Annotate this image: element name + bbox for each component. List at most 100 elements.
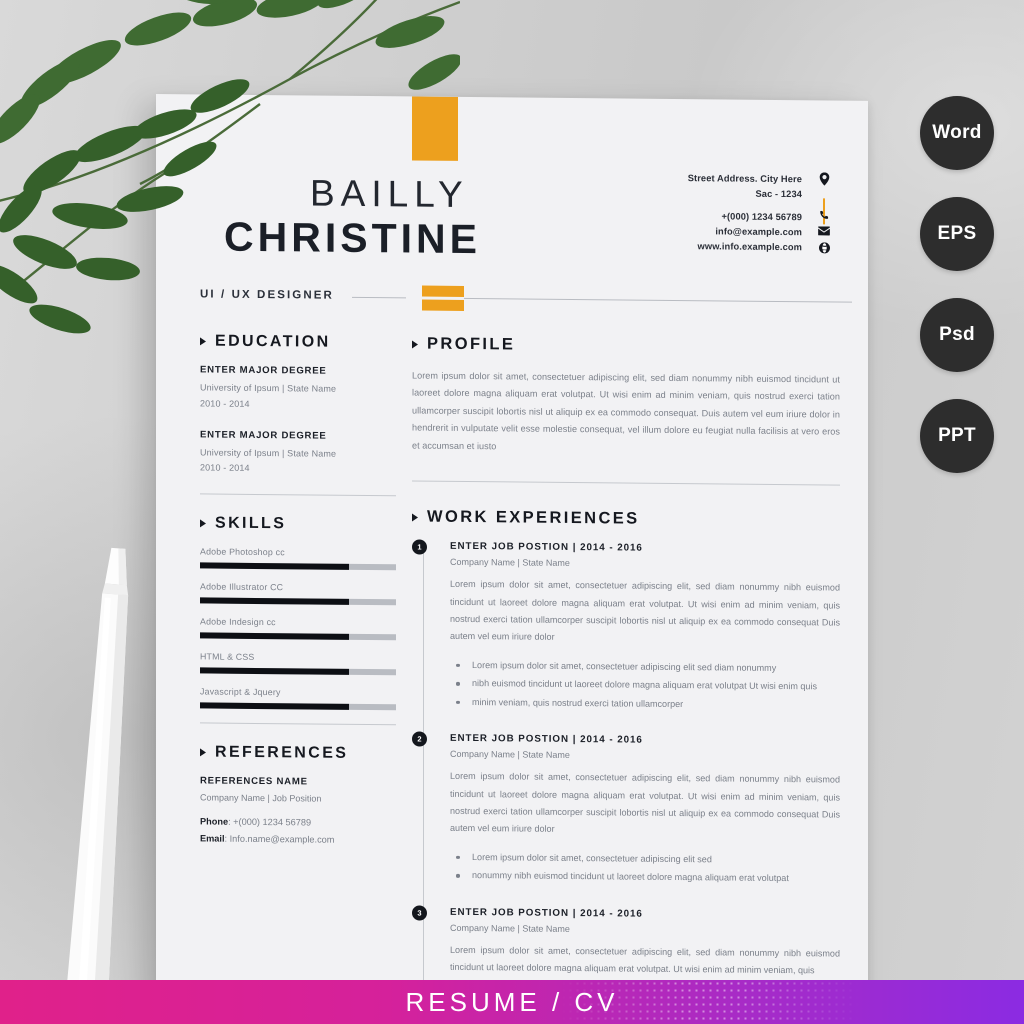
references-section-title: REFERENCES <box>200 743 396 763</box>
education-degree: ENTER MAJOR DEGREE <box>200 428 327 442</box>
skill-item: HTML & CSS <box>200 651 396 676</box>
reference-company: Company Name | Job Position <box>200 792 322 804</box>
skill-item: Adobe Illustrator CC <box>200 581 396 606</box>
website-url: www.info.example.com <box>697 241 802 253</box>
stylus-pencil <box>66 547 129 995</box>
triangle-bullet-icon <box>200 337 206 346</box>
job-entry: 3 ENTER JOB POSTION | 2014 - 2016 Compan… <box>412 905 840 980</box>
timeline-marker: 2 <box>412 731 427 747</box>
profile-section-title: PROFILE <box>412 334 840 357</box>
section-label: EDUCATION <box>215 332 331 351</box>
job-description: Lorem ipsum dolor sit amet, consectetuer… <box>450 944 840 976</box>
contact-details-group: +(000) 1234 56789 info@example.com www.i… <box>632 208 832 256</box>
job-bullet-list: Lorem ipsum dolor sit amet, consectetuer… <box>450 848 840 889</box>
section-label: PROFILE <box>427 334 516 354</box>
triangle-bullet-icon <box>412 339 418 349</box>
skill-item: Adobe Indesign cc <box>200 616 396 641</box>
skill-item: Adobe Photoshop cc <box>200 546 396 571</box>
reference-phone-value: : +(000) 1234 56789 <box>228 816 312 828</box>
skill-bar-track <box>200 702 396 711</box>
reference-phone-label: Phone <box>200 816 229 827</box>
job-entry: 2 ENTER JOB POSTION | 2014 - 2016 Compan… <box>412 731 840 889</box>
skill-bar-track <box>200 597 396 606</box>
job-title: ENTER JOB POSTION | 2014 - 2016 <box>450 906 643 920</box>
address-line-1: Street Address. City Here <box>687 173 802 185</box>
phone-number: +(000) 1234 56789 <box>721 211 802 222</box>
badge-ppt[interactable]: PPT <box>920 399 994 473</box>
globe-icon <box>816 242 832 254</box>
reference-email-label: Email <box>200 833 225 845</box>
education-years: 2010 - 2014 <box>200 462 250 474</box>
reference-email-value: : Info.name@example.com <box>224 834 335 846</box>
job-bullet: nonummy nibh euismod tincidunt ut laoree… <box>450 866 840 888</box>
format-badges: Word EPS Psd PPT <box>920 96 994 500</box>
education-item: ENTER MAJOR DEGREE University of Ipsum |… <box>200 429 396 478</box>
mockup-canvas: BAILLY CHRISTINE Street Address. City He… <box>0 0 1024 1024</box>
job-entry: 1 ENTER JOB POSTION | 2014 - 2016 Compan… <box>412 539 840 715</box>
skill-label: Adobe Illustrator CC <box>200 581 284 593</box>
section-divider <box>412 480 840 486</box>
section-divider <box>200 493 396 497</box>
job-bullet-list: Lorem ipsum dolor sit amet, consectetuer… <box>450 656 840 715</box>
work-timeline: 1 ENTER JOB POSTION | 2014 - 2016 Compan… <box>412 539 840 995</box>
contact-address-group: Street Address. City Here Sac - 1234 <box>632 171 832 225</box>
education-school: University of Ipsum | State Name <box>200 382 337 394</box>
skill-bar-fill <box>200 562 349 570</box>
skill-bar-fill <box>200 632 349 640</box>
badge-word[interactable]: Word <box>920 96 994 170</box>
section-label: SKILLS <box>215 514 287 533</box>
job-description: Lorem ipsum dolor sit amet, consectetuer… <box>450 579 840 643</box>
envelope-icon <box>816 226 832 236</box>
badge-eps[interactable]: EPS <box>920 197 994 271</box>
triangle-bullet-icon <box>412 513 418 522</box>
job-description: Lorem ipsum dolor sit amet, consectetuer… <box>450 771 840 835</box>
address-line-2: Sac - 1234 <box>755 189 803 200</box>
triangle-bullet-icon <box>200 748 206 757</box>
skill-label: HTML & CSS <box>200 651 255 662</box>
section-label: REFERENCES <box>215 743 349 762</box>
work-section-title: WORK EXPERIENCES <box>412 508 840 531</box>
plant-decoration <box>0 0 460 334</box>
email-address: info@example.com <box>715 226 802 238</box>
job-company: Company Name | State Name <box>450 922 570 934</box>
skills-section-title: SKILLS <box>200 514 396 534</box>
section-divider <box>200 722 396 726</box>
skill-bar-track <box>200 632 396 641</box>
education-school: University of Ipsum | State Name <box>200 446 337 459</box>
education-section-title: EDUCATION <box>200 332 396 352</box>
skill-label: Javascript & Jquery <box>200 686 281 698</box>
education-years: 2010 - 2014 <box>200 398 250 409</box>
skill-bar-fill <box>200 597 349 605</box>
education-degree: ENTER MAJOR DEGREE <box>200 364 327 377</box>
job-bullet: minim veniam, quis nostrud exerci tation… <box>450 693 840 715</box>
phone-icon <box>816 210 832 221</box>
timeline-marker: 1 <box>412 539 427 555</box>
bottom-banner: RESUME / CV <box>0 980 1024 1024</box>
timeline-line <box>423 552 424 995</box>
job-company: Company Name | State Name <box>450 557 570 569</box>
role-divider-right <box>422 297 852 303</box>
skill-label: Adobe Indesign cc <box>200 616 276 628</box>
section-label: WORK EXPERIENCES <box>427 507 640 528</box>
skill-label: Adobe Photoshop cc <box>200 546 285 558</box>
profile-paragraph: Lorem ipsum dolor sit amet, consectetuer… <box>412 370 840 452</box>
banner-title: RESUME / CV <box>405 986 619 1017</box>
education-item: ENTER MAJOR DEGREE University of Ipsum |… <box>200 364 396 413</box>
reference-item: REFERENCES NAME Company Name | Job Posit… <box>200 775 396 850</box>
job-title: ENTER JOB POSTION | 2014 - 2016 <box>450 541 643 554</box>
skill-bar-track <box>200 667 396 676</box>
skill-bar-fill <box>200 702 349 710</box>
triangle-bullet-icon <box>200 519 206 528</box>
right-column: PROFILE Lorem ipsum dolor sit amet, cons… <box>412 334 840 1002</box>
reference-email: Email: Info.name@example.com <box>200 831 396 850</box>
skill-bar-track <box>200 562 396 571</box>
timeline-marker: 3 <box>412 905 427 921</box>
contact-block: Street Address. City Here Sac - 1234 +(0… <box>632 171 832 257</box>
job-title: ENTER JOB POSTION | 2014 - 2016 <box>450 733 643 746</box>
badge-psd[interactable]: Psd <box>920 298 994 372</box>
reference-phone: Phone: +(000) 1234 56789 <box>200 813 396 832</box>
job-company: Company Name | State Name <box>450 749 570 761</box>
skill-bar-fill <box>200 667 349 675</box>
reference-name: REFERENCES NAME <box>200 775 308 788</box>
skill-item: Javascript & Jquery <box>200 686 396 711</box>
